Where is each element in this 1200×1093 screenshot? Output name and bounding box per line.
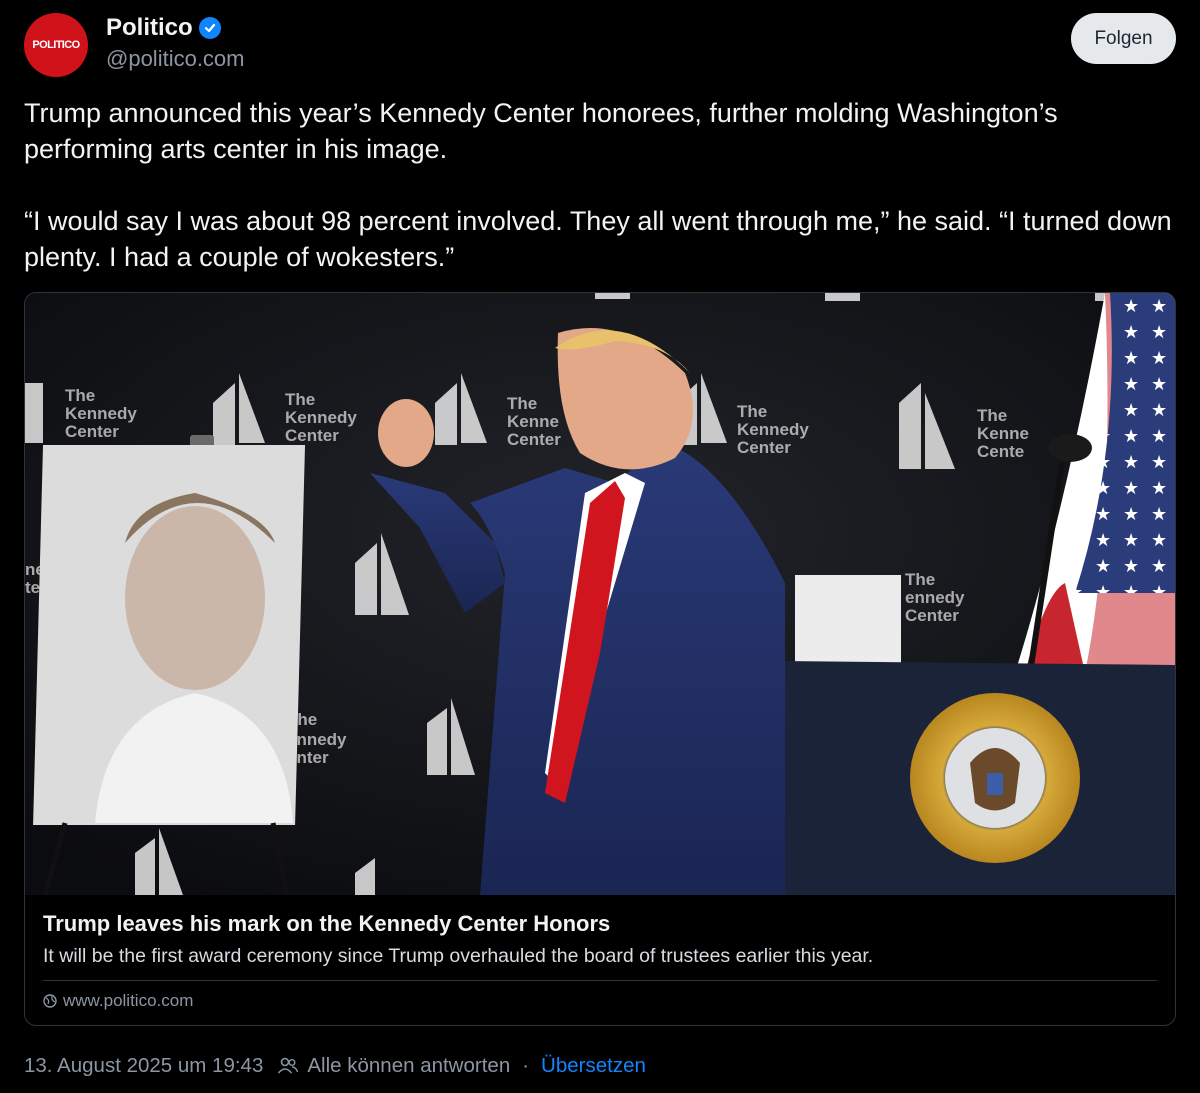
post-timestamp[interactable]: 13. August 2025 um 19:43 bbox=[24, 1054, 263, 1078]
svg-text:Center: Center bbox=[737, 438, 791, 457]
svg-text:Kennedy: Kennedy bbox=[285, 408, 357, 427]
post-text: Trump announced this year’s Kennedy Cent… bbox=[24, 95, 1174, 311]
svg-text:The: The bbox=[737, 402, 767, 421]
post-paragraph: “I would say I was about 98 percent invo… bbox=[24, 206, 1172, 272]
svg-text:The: The bbox=[65, 386, 95, 405]
svg-text:ennedy: ennedy bbox=[905, 588, 965, 607]
svg-text:The: The bbox=[285, 390, 315, 409]
svg-text:Center: Center bbox=[507, 430, 561, 449]
link-preview-image[interactable]: ★ TheKennedyCenter TheKennedyCenter TheK… bbox=[25, 293, 1175, 895]
verified-badge-icon[interactable] bbox=[198, 17, 221, 39]
link-preview-card[interactable]: ★ TheKennedyCenter TheKennedyCenter TheK… bbox=[24, 292, 1176, 1026]
follow-button[interactable]: Folgen bbox=[1071, 13, 1176, 64]
author-avatar[interactable]: POLITICO bbox=[24, 13, 88, 77]
svg-text:The: The bbox=[507, 394, 537, 413]
post-meta: 13. August 2025 um 19:43 Alle können ant… bbox=[24, 1054, 646, 1078]
author-display-name[interactable]: Politico bbox=[106, 14, 193, 42]
post-paragraph: Trump announced this year’s Kennedy Cent… bbox=[24, 98, 1058, 164]
link-card-domain-row: www.politico.com bbox=[43, 991, 193, 1011]
svg-text:Center: Center bbox=[905, 606, 959, 625]
globe-icon bbox=[43, 994, 57, 1008]
link-card-divider bbox=[43, 980, 1157, 981]
link-card-domain: www.politico.com bbox=[63, 991, 194, 1010]
svg-text:Kenne: Kenne bbox=[507, 412, 559, 431]
svg-text:Kennedy: Kennedy bbox=[737, 420, 809, 439]
svg-text:Kennedy: Kennedy bbox=[65, 404, 137, 423]
avatar-logo-text: POLITICO bbox=[32, 39, 80, 51]
reply-setting: Alle können antworten bbox=[307, 1054, 511, 1077]
author-handle[interactable]: @politico.com bbox=[106, 46, 245, 72]
svg-text:Center: Center bbox=[285, 426, 339, 445]
translate-link[interactable]: Übersetzen bbox=[541, 1054, 646, 1078]
link-card-description: It will be the first award ceremony sinc… bbox=[43, 945, 874, 967]
svg-text:Cente: Cente bbox=[977, 442, 1024, 461]
svg-text:The: The bbox=[905, 570, 935, 589]
meta-separator: · bbox=[522, 1054, 530, 1077]
svg-text:The: The bbox=[977, 406, 1007, 425]
svg-text:Center: Center bbox=[65, 422, 119, 441]
svg-text:Kenne: Kenne bbox=[977, 424, 1029, 443]
people-icon bbox=[277, 1056, 299, 1076]
author-name-row: Politico bbox=[106, 14, 221, 42]
link-card-title: Trump leaves his mark on the Kennedy Cen… bbox=[43, 911, 611, 936]
